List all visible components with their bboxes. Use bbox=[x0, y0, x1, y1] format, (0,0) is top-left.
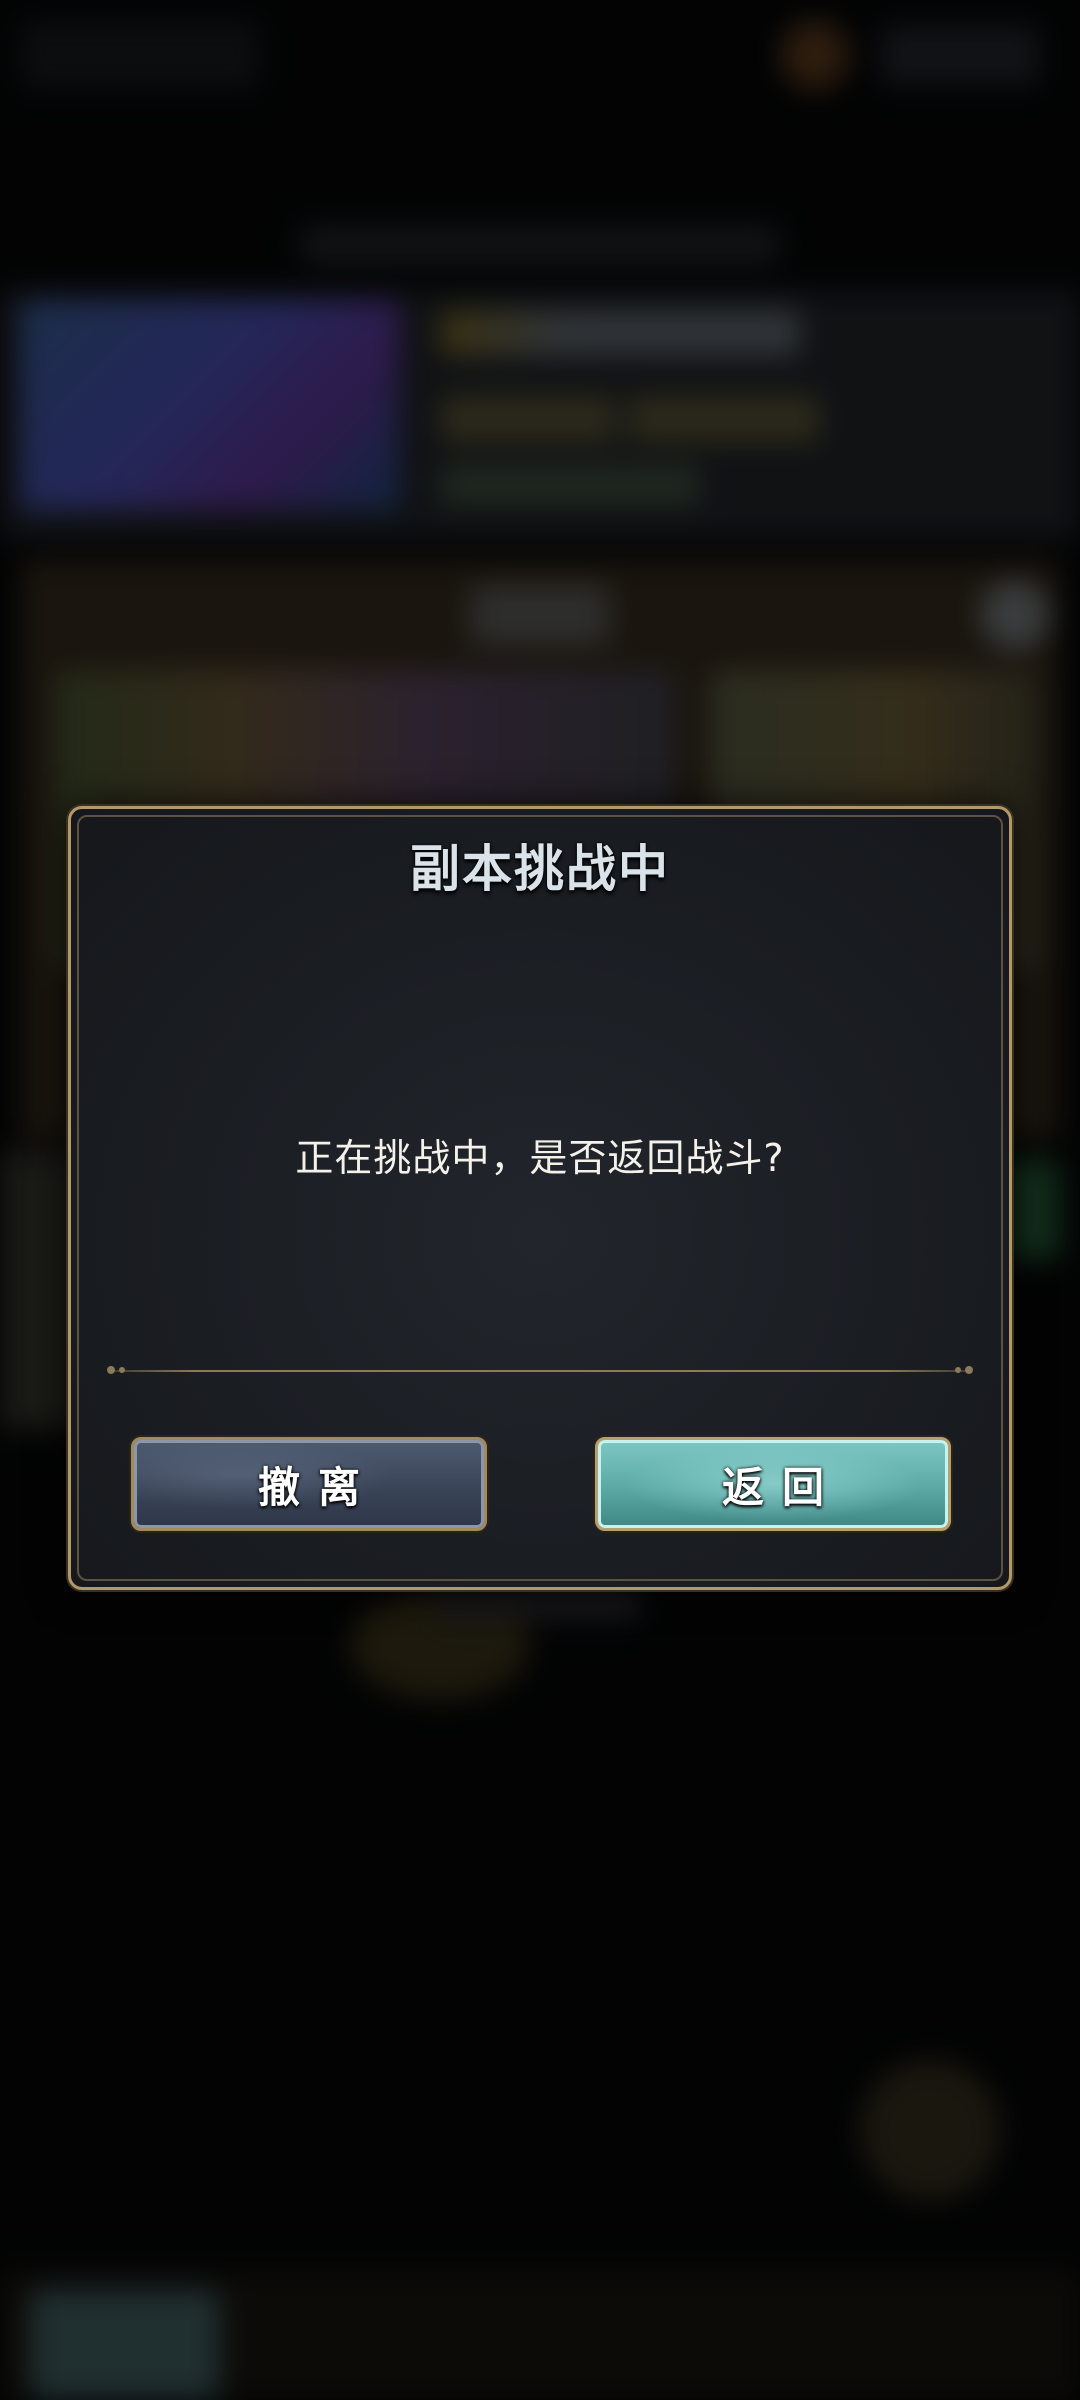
divider-ornament bbox=[119, 1367, 125, 1373]
dialog-divider bbox=[107, 1366, 973, 1374]
leave-button[interactable]: 撤离 bbox=[131, 1437, 487, 1531]
divider-ornament bbox=[955, 1367, 961, 1373]
divider-ornament bbox=[965, 1366, 973, 1374]
dialog-message: 正在挑战中，是否返回战斗? bbox=[295, 1136, 785, 1180]
dialog-title: 副本挑战中 bbox=[410, 839, 670, 898]
dungeon-challenge-dialog: 副本挑战中 正在挑战中，是否返回战斗? 撤离 返回 bbox=[68, 806, 1012, 1590]
return-to-battle-button[interactable]: 返回 bbox=[595, 1437, 951, 1531]
game-screen: 副本挑战中 正在挑战中，是否返回战斗? 撤离 返回 bbox=[0, 0, 1080, 2400]
divider-ornament bbox=[107, 1366, 115, 1374]
